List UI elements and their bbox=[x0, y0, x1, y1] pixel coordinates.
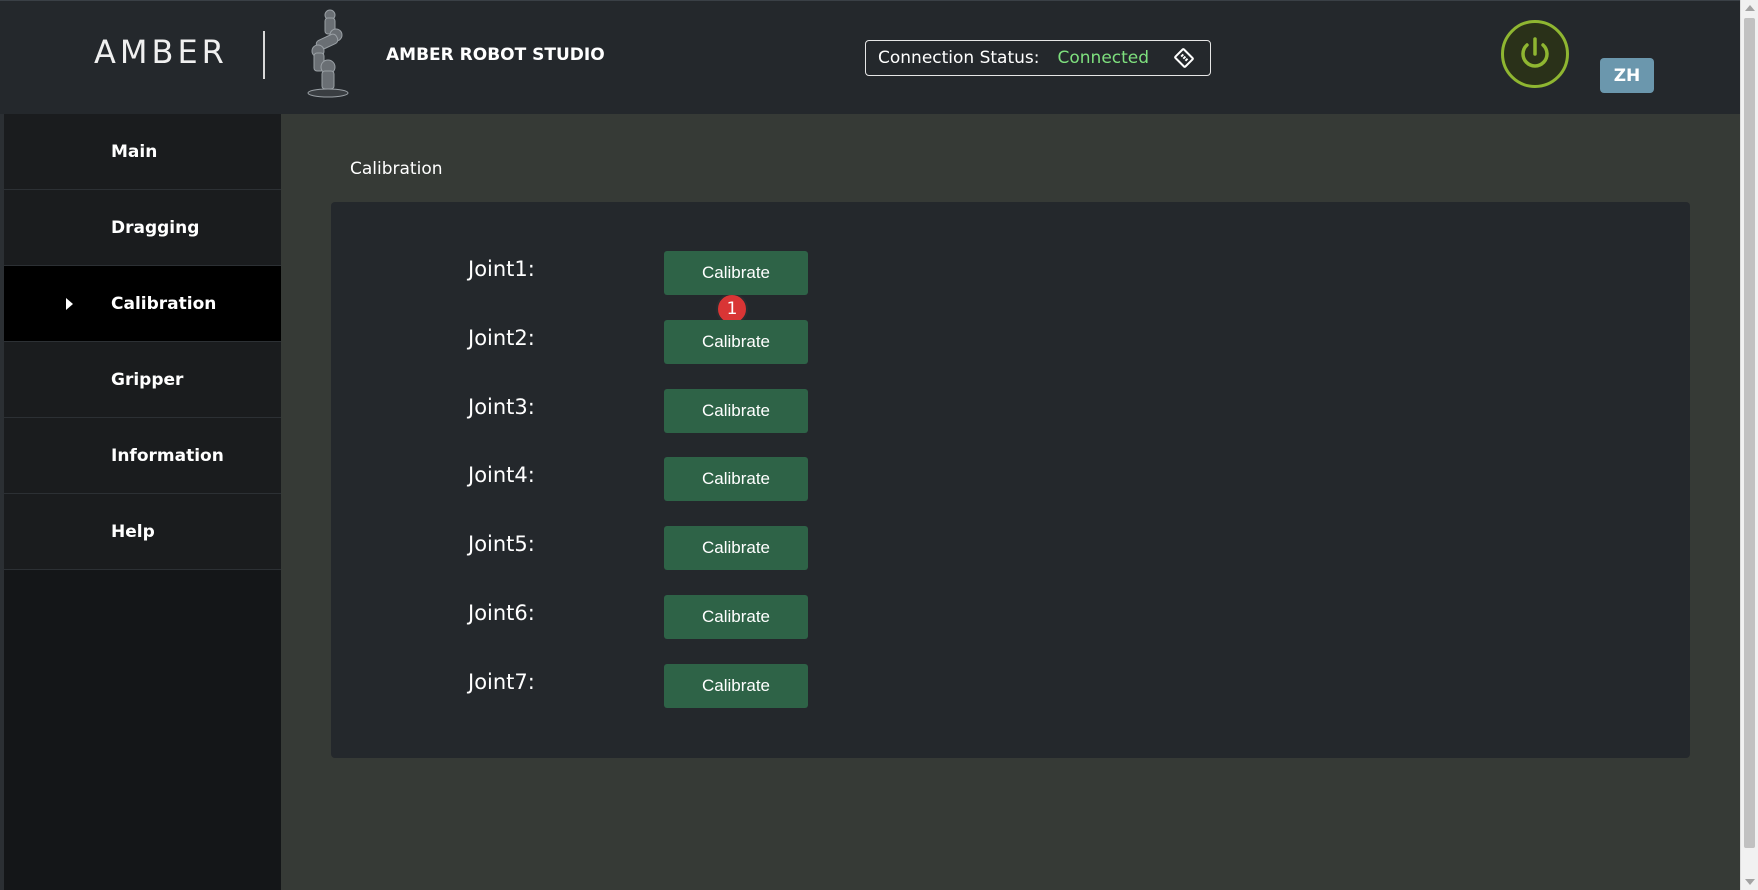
amber-logo: AMBER bbox=[94, 33, 228, 71]
joint-row: Joint1: Calibrate bbox=[331, 251, 1690, 295]
calibrate-joint6-button[interactable]: Calibrate bbox=[664, 595, 808, 639]
scroll-up-arrow-icon[interactable] bbox=[1745, 5, 1755, 11]
power-button[interactable] bbox=[1501, 20, 1569, 88]
main-content: Calibration 1 Joint1: Calibrate Joint2: … bbox=[281, 114, 1740, 890]
joint-row: Joint3: Calibrate bbox=[331, 389, 1690, 433]
joint-label: Joint7: bbox=[468, 670, 535, 694]
robot-arm-image bbox=[307, 9, 349, 98]
app-title: AMBER ROBOT STUDIO bbox=[386, 45, 605, 65]
sidebar-item-label: Information bbox=[111, 445, 224, 466]
joint-label: Joint3: bbox=[468, 395, 535, 419]
joint-label: Joint6: bbox=[468, 601, 535, 625]
sidebar-item-help[interactable]: Help bbox=[4, 494, 281, 570]
sidebar-item-label: Help bbox=[111, 521, 155, 542]
connection-status: Connection Status: Connected bbox=[865, 40, 1211, 76]
page-title: Calibration bbox=[350, 159, 443, 179]
sidebar-item-label: Calibration bbox=[111, 293, 217, 314]
sidebar-item-calibration[interactable]: Calibration bbox=[4, 266, 281, 342]
calibrate-joint1-button[interactable]: Calibrate bbox=[664, 251, 808, 295]
ethernet-port-icon bbox=[1171, 45, 1197, 71]
joint-row: Joint4: Calibrate bbox=[331, 457, 1690, 501]
calibration-panel: 1 Joint1: Calibrate Joint2: Calibrate Jo… bbox=[331, 202, 1690, 758]
sidebar-item-label: Dragging bbox=[111, 217, 200, 238]
connection-status-value: Connected bbox=[1057, 48, 1150, 68]
sidebar-item-main[interactable]: Main bbox=[4, 114, 281, 190]
vertical-scrollbar[interactable] bbox=[1740, 0, 1758, 890]
language-toggle-button[interactable]: ZH bbox=[1600, 58, 1654, 93]
calibrate-joint2-button[interactable]: Calibrate bbox=[664, 320, 808, 364]
app-header: AMBER AMBER ROBOT STUDIO Connection Stat… bbox=[0, 0, 1740, 114]
sidebar-item-gripper[interactable]: Gripper bbox=[4, 342, 281, 418]
joint-label: Joint1: bbox=[468, 257, 535, 281]
sidebar-item-label: Main bbox=[111, 141, 158, 162]
scrollbar-thumb[interactable] bbox=[1744, 18, 1755, 848]
power-icon bbox=[1521, 37, 1549, 68]
calibrate-joint4-button[interactable]: Calibrate bbox=[664, 457, 808, 501]
joint-label: Joint5: bbox=[468, 532, 535, 556]
joint-label: Joint2: bbox=[468, 326, 535, 350]
joint-row: Joint2: Calibrate bbox=[331, 320, 1690, 364]
sidebar-item-information[interactable]: Information bbox=[4, 418, 281, 494]
calibrate-joint5-button[interactable]: Calibrate bbox=[664, 526, 808, 570]
logo-divider bbox=[263, 31, 265, 79]
calibrate-joint7-button[interactable]: Calibrate bbox=[664, 664, 808, 708]
sidebar-item-dragging[interactable]: Dragging bbox=[4, 190, 281, 266]
calibrate-joint3-button[interactable]: Calibrate bbox=[664, 389, 808, 433]
joint-row: Joint7: Calibrate bbox=[331, 664, 1690, 708]
joint-row: Joint5: Calibrate bbox=[331, 526, 1690, 570]
joint-row: Joint6: Calibrate bbox=[331, 595, 1690, 639]
connection-status-label: Connection Status: bbox=[878, 48, 1040, 68]
scroll-down-arrow-icon[interactable] bbox=[1745, 879, 1755, 885]
caret-right-icon bbox=[66, 298, 73, 310]
sidebar-item-label: Gripper bbox=[111, 369, 184, 390]
sidebar: Main Dragging Calibration Gripper Inform… bbox=[0, 114, 281, 890]
joint-label: Joint4: bbox=[468, 463, 535, 487]
